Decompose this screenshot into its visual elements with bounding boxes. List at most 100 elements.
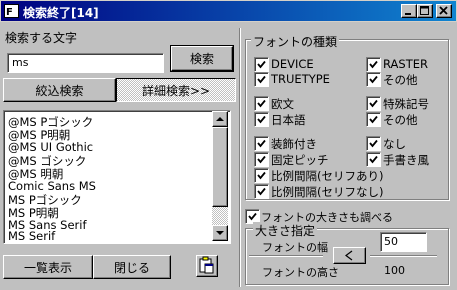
- checkmark-icon: [369, 99, 378, 108]
- search-input[interactable]: ms: [7, 53, 164, 73]
- font-height-label: フォントの高さ: [262, 266, 339, 279]
- checkbox-box[interactable]: [366, 72, 381, 87]
- checkmark-icon: [369, 115, 378, 124]
- checkmark-icon: [369, 60, 378, 69]
- checkmark-icon: [257, 75, 266, 84]
- checkbox-label: TRUETYPE: [271, 72, 330, 86]
- divider: [370, 255, 437, 257]
- checkbox-label: RASTER: [383, 57, 428, 71]
- minimize-button[interactable]: [401, 4, 417, 18]
- checkbox-label: なし: [383, 137, 406, 151]
- checkbox-label: 日本語: [271, 113, 306, 127]
- font-list-item[interactable]: Comic Sans MS: [8, 179, 96, 193]
- size-legend: 大きさ指定: [253, 222, 318, 239]
- maximize-button[interactable]: [417, 4, 433, 18]
- checkbox-box[interactable]: [254, 152, 269, 167]
- list-view-button[interactable]: 一覧表示: [3, 255, 93, 279]
- copy-button[interactable]: [196, 255, 218, 277]
- checkbox-none[interactable]: [366, 136, 381, 151]
- search-button[interactable]: 検索: [170, 45, 234, 72]
- checkbox-box[interactable]: [254, 96, 269, 111]
- checkmark-icon: [257, 155, 266, 164]
- checkmark-icon: [248, 212, 257, 221]
- tab-filter-search-label: 絞込検索: [35, 83, 84, 98]
- checkmark-icon: [257, 115, 266, 124]
- font-height-value: 100: [384, 264, 405, 277]
- svg-text:F: F: [6, 7, 13, 18]
- minimize-icon: [405, 13, 411, 15]
- checkmark-icon: [369, 155, 378, 164]
- checkbox-box[interactable]: [254, 184, 269, 199]
- title-bar[interactable]: F 検索終了[14]: [0, 0, 457, 22]
- checkbox-label: DEVICE: [271, 57, 314, 71]
- checkmark-icon: [257, 187, 266, 196]
- checkbox-raster[interactable]: [366, 57, 381, 72]
- checkbox-fixed-pitch[interactable]: [254, 152, 269, 167]
- app-icon: F: [4, 4, 19, 18]
- clipboard-icon: [199, 256, 214, 274]
- checkmark-icon: [257, 60, 266, 69]
- checkbox-box[interactable]: [254, 72, 269, 87]
- divider: [249, 255, 323, 257]
- tab-detail-search[interactable]: 詳細検索>>: [116, 78, 236, 102]
- tab-filter-search[interactable]: 絞込検索: [3, 78, 116, 102]
- checkbox-label: その他: [383, 73, 418, 87]
- checkbox-western[interactable]: [254, 96, 269, 111]
- checkbox-proportional-serif[interactable]: [254, 168, 269, 183]
- checkbox-box[interactable]: [366, 152, 381, 167]
- close-button-label: 閉じる: [113, 260, 150, 275]
- scroll-down-button[interactable]: [212, 225, 228, 241]
- checkbox-type-other[interactable]: [366, 72, 381, 87]
- checkbox-label: 比例間隔(セリフあり): [271, 169, 384, 183]
- checkbox-box[interactable]: [366, 136, 381, 151]
- checkmark-icon: [257, 171, 266, 180]
- checkbox-decorative[interactable]: [254, 136, 269, 151]
- arrow-left-icon: [345, 250, 353, 261]
- search-label: 検索する文字: [5, 31, 78, 45]
- font-width-input[interactable]: 50: [380, 232, 427, 252]
- checkbox-device[interactable]: [254, 57, 269, 72]
- scroll-thumb[interactable]: [212, 127, 228, 207]
- checkbox-label: 固定ピッチ: [271, 153, 329, 167]
- font-type-legend: フォントの種類: [251, 33, 340, 50]
- checkbox-box[interactable]: [366, 112, 381, 127]
- window-title: 検索終了[14]: [23, 6, 99, 20]
- checkbox-japanese[interactable]: [254, 112, 269, 127]
- checkbox-box[interactable]: [254, 112, 269, 127]
- scroll-up-button[interactable]: [212, 111, 228, 127]
- font-list[interactable]: @MS Pゴシック @MS P明朝 @MS UI Gothic @MS ゴシック…: [3, 110, 231, 244]
- ratio-arrow-button[interactable]: [333, 247, 366, 264]
- checkbox-box[interactable]: [366, 96, 381, 111]
- font-list-item[interactable]: MS Serif: [8, 229, 55, 243]
- arrow-up-icon: [216, 117, 224, 121]
- close-icon: [439, 6, 448, 15]
- search-input-value: ms: [12, 56, 29, 69]
- checkbox-label: 手書き風: [383, 153, 429, 167]
- checkbox-box[interactable]: [366, 57, 381, 72]
- font-list-item[interactable]: @MS UI Gothic: [8, 140, 93, 154]
- maximize-icon: [420, 6, 429, 15]
- checkbox-script[interactable]: [366, 152, 381, 167]
- checkmark-icon: [257, 99, 266, 108]
- checkbox-charset-other[interactable]: [366, 112, 381, 127]
- checkbox-box[interactable]: [254, 136, 269, 151]
- checkbox-label: 特殊記号: [383, 97, 429, 111]
- checkbox-label: 装飾付き: [271, 137, 317, 151]
- checkbox-box[interactable]: [254, 57, 269, 72]
- checkbox-proportional-sans[interactable]: [254, 184, 269, 199]
- tab-detail-search-label: 詳細検索>>: [141, 83, 211, 98]
- font-list-scrollbar[interactable]: [212, 111, 228, 241]
- checkmark-icon: [369, 139, 378, 148]
- search-button-label: 検索: [171, 46, 233, 71]
- list-view-button-label: 一覧表示: [23, 260, 72, 275]
- checkbox-label: 欧文: [271, 97, 294, 111]
- checkbox-box[interactable]: [254, 168, 269, 183]
- close-button[interactable]: 閉じる: [93, 255, 171, 279]
- checkbox-label: 比例間隔(セリフなし): [271, 185, 384, 199]
- close-window-button[interactable]: [436, 4, 452, 18]
- checkmark-icon: [369, 75, 378, 84]
- font-width-value: 50: [384, 235, 398, 248]
- checkbox-truetype[interactable]: [254, 72, 269, 87]
- arrow-down-icon: [216, 231, 224, 235]
- checkbox-symbol[interactable]: [366, 96, 381, 111]
